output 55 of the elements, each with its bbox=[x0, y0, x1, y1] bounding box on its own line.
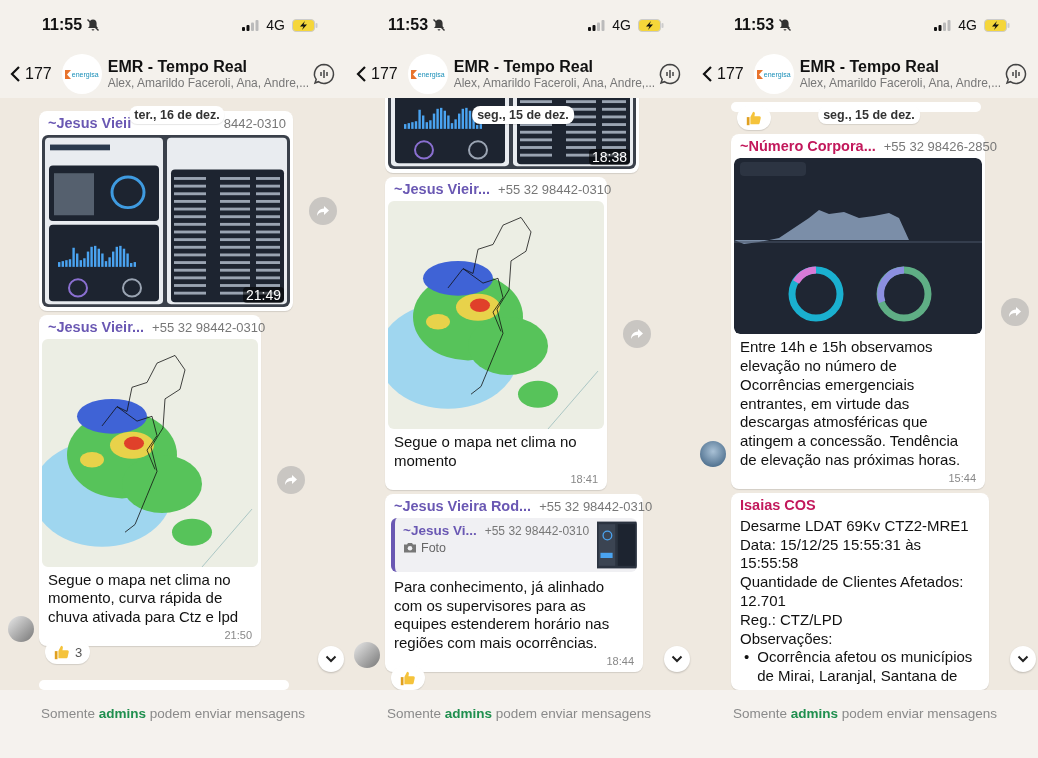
date-label: seg., 15 de dez. bbox=[818, 106, 920, 124]
chat-members: Alex, Amarildo Faceroli, Ana, Andre,... bbox=[107, 76, 306, 90]
image-timestamp: 18:38 bbox=[588, 149, 630, 166]
admins-only-notice: Somente admins podem enviar mensagens bbox=[386, 706, 652, 723]
sender-name[interactable]: ~Jesus Vieir... bbox=[48, 318, 145, 335]
sender-name[interactable]: ~Número Corpora... bbox=[740, 138, 876, 155]
message-line: Reg.: CTZ/LPD bbox=[739, 610, 844, 630]
image-timestamp: 21:49 bbox=[242, 286, 284, 303]
sender-phone: 8442-0310 bbox=[223, 115, 286, 131]
network-type: 4G bbox=[958, 17, 977, 33]
message-line: Quantidade de Clientes Afetados: 12.701 bbox=[739, 573, 965, 611]
chat-members: Alex, Amarildo Faceroli, Ana, Andre,... bbox=[799, 76, 998, 90]
sender-phone: +55 32 98442-0310 bbox=[152, 319, 266, 335]
reaction-pill[interactable]: 3 bbox=[45, 640, 91, 664]
message-text: Segue o mapa net clima no momento bbox=[393, 432, 578, 471]
message-line: Desarme LDAT 69Kv CTZ2-MRE1 bbox=[739, 516, 970, 536]
message-text: Para conhecimento, já alinhado com os supervisores para as equipes estenderem horário nas regiões com mais ocorrências. bbox=[393, 576, 611, 653]
sender-phone: +55 32 98442-0310 bbox=[539, 498, 653, 514]
admins-only-notice: Somente admins podem enviar mensagens bbox=[732, 706, 998, 723]
sender-phone: +55 32 98442-0310 bbox=[498, 182, 612, 198]
message-time: 18:41 bbox=[569, 471, 599, 486]
bullet-mark: • bbox=[744, 648, 750, 668]
message-line: Ocorrência afetou os municípios de Mirai, Laranjal, Santana de bbox=[757, 648, 974, 686]
message-text: Segue o mapa net clima no momento, curva rápida de chuva ativada para Ctz e lpd bbox=[47, 569, 240, 627]
status-time: 11:53 bbox=[734, 16, 775, 34]
quoted-phone: +55 32 98442-0310 bbox=[484, 523, 590, 538]
sender-name[interactable]: ~Jesus Vieir... bbox=[394, 181, 491, 198]
sender-name[interactable]: ~Jesus Vieii bbox=[48, 114, 132, 131]
chat-title[interactable]: EMR - Tempo Real bbox=[107, 58, 306, 76]
message-text: Entre 14h e 15h observamos elevação no número de Ocorrências emergenciais entrantes, em virtude das descargas atmosféricas que atingem a concessão. Tendência de elevação nas próximas horas. bbox=[739, 337, 962, 470]
chat-title[interactable]: EMR - Tempo Real bbox=[799, 58, 998, 76]
network-type: 4G bbox=[266, 17, 285, 33]
quoted-message[interactable]: ~Jesus Vi... +55 32 98442-0310 Foto bbox=[391, 517, 637, 572]
network-type: 4G bbox=[612, 17, 631, 33]
admins-only-notice: Somente admins podem enviar mensagens bbox=[40, 706, 306, 723]
message-line: Data: 15/12/25 15:55:31 às 15:55:58 bbox=[739, 535, 922, 574]
status-time: 11:53 bbox=[388, 16, 429, 34]
message-line: Observações: bbox=[739, 629, 834, 649]
date-label: seg., 15 de dez. bbox=[472, 106, 574, 124]
back-button[interactable]: 177 bbox=[702, 65, 744, 83]
message-time: 21:50 bbox=[223, 628, 253, 642]
sender-phone: +55 32 98426-2850 bbox=[883, 139, 997, 155]
quoted-type: Foto bbox=[421, 540, 446, 555]
chat-members: Alex, Amarildo Faceroli, Ana, Andre,... bbox=[453, 76, 652, 90]
reaction-count: 3 bbox=[75, 644, 83, 660]
quoted-sender: ~Jesus Vi... bbox=[403, 522, 477, 538]
message-time: 18:44 bbox=[605, 654, 635, 668]
sender-name[interactable]: ~Jesus Vieira Rod... bbox=[394, 497, 532, 514]
date-label: ter., 16 de dez. bbox=[129, 106, 225, 124]
back-button[interactable]: 177 bbox=[10, 65, 52, 83]
message-time: 15:44 bbox=[947, 470, 977, 485]
status-time: 11:55 bbox=[42, 16, 83, 34]
chat-title[interactable]: EMR - Tempo Real bbox=[453, 58, 652, 76]
sender-name[interactable]: Isaias COS bbox=[740, 496, 816, 513]
back-button[interactable]: 177 bbox=[356, 65, 398, 83]
